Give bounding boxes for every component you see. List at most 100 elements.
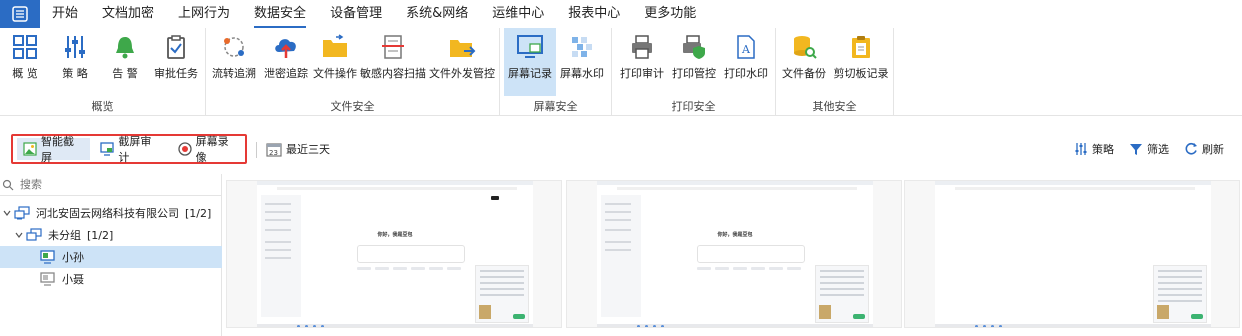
screenshot-greeting: 你好，我是豆包 <box>717 232 753 238</box>
print-control-button[interactable]: 打印管控 <box>670 28 718 96</box>
chevron-down-icon[interactable] <box>14 230 24 240</box>
clipboard-record-button[interactable]: 剪切板记录 <box>832 28 890 96</box>
print-audit-label: 打印审计 <box>620 67 664 80</box>
screen-watermark-label: 屏幕水印 <box>560 67 604 80</box>
screenshot-image <box>935 181 1211 327</box>
tree-node-company-count: [1/2] <box>185 206 212 220</box>
tab-smart-screenshot-label: 智能截屏 <box>41 135 74 164</box>
menu-data-security[interactable]: 数据安全 <box>242 0 318 28</box>
dashboard-icon <box>10 32 40 62</box>
tree-node-user-xiaosun-label: 小孙 <box>62 251 84 264</box>
menu-device-mgmt[interactable]: 设备管理 <box>318 0 394 28</box>
record-icon <box>178 142 192 156</box>
group-title-overview: 概览 <box>91 100 114 113</box>
approval-label: 审批任务 <box>154 67 198 80</box>
tab-screen-recording-label: 屏幕录像 <box>195 135 229 164</box>
chevron-down-icon[interactable] <box>2 208 12 218</box>
tree-node-user-xiaosun[interactable]: 小孙 <box>0 246 222 268</box>
menu-ops-center[interactable]: 运维中心 <box>480 0 556 28</box>
screen-watermark-button[interactable]: 屏幕水印 <box>558 28 606 96</box>
flow-trace-label: 流转追溯 <box>212 67 256 80</box>
org-tree-sidebar: 河北安固云网络科技有限公司 [1/2] 未分组 [1/2] 小孙 小聂 <box>0 174 222 336</box>
grid-menu-icon <box>12 6 28 22</box>
ribbon-group-file-security: 流转追溯 泄密追踪 文件操作 敏感内容扫描 文件外发管控 文件安全 <box>206 28 500 116</box>
group-computers-icon <box>26 228 42 242</box>
alert-label: 告 警 <box>112 67 138 80</box>
print-watermark-button[interactable]: A 打印水印 <box>722 28 770 96</box>
search-input[interactable] <box>20 178 200 191</box>
toolbar-right-actions: 策略 筛选 刷新 <box>1073 141 1224 157</box>
folder-send-icon <box>447 32 477 62</box>
policy-button[interactable]: 策 略 <box>54 28 96 96</box>
menu-bar: 开始 文档加密 上网行为 数据安全 设备管理 系统&网络 运维中心 报表中心 更… <box>0 0 1242 28</box>
calendar-icon: 23 <box>266 141 282 157</box>
refresh-button[interactable]: 刷新 <box>1183 141 1224 157</box>
approval-button[interactable]: 审批任务 <box>152 28 200 96</box>
network-computers-icon <box>14 206 30 220</box>
monitor-image-icon <box>515 32 545 62</box>
printer-shield-icon <box>679 32 709 62</box>
tab-screenshot-audit[interactable]: 截屏审计 <box>94 135 167 164</box>
group-title-screen-security: 屏幕安全 <box>533 100 578 113</box>
tab-smart-screenshot[interactable]: 智能截屏 <box>17 135 91 164</box>
screenshot-thumbnail[interactable]: 你好，我是豆包 <box>566 180 902 328</box>
watermark-icon <box>567 32 597 62</box>
date-filter-button[interactable]: 23 最近三天 <box>266 141 330 157</box>
screenshot-thumbnail[interactable]: 你好，我是豆包 <box>226 180 562 328</box>
screenshot-image: 你好，我是豆包 <box>257 181 533 327</box>
tree-node-user-xiaonie[interactable]: 小聂 <box>0 268 222 290</box>
search-icon <box>2 179 14 191</box>
policy-action-button[interactable]: 策略 <box>1073 141 1114 157</box>
ribbon-group-print-security: 打印审计 打印管控 A 打印水印 打印安全 <box>612 28 776 116</box>
alert-button[interactable]: 告 警 <box>104 28 146 96</box>
funnel-icon <box>1128 141 1144 157</box>
overview-button[interactable]: 概 览 <box>4 28 46 96</box>
clipboard-check-icon <box>161 32 191 62</box>
menu-doc-encrypt[interactable]: 文档加密 <box>90 0 166 28</box>
menu-web-behavior[interactable]: 上网行为 <box>166 0 242 28</box>
screen-record-button[interactable]: 屏幕记录 <box>504 28 556 96</box>
ribbon-group-other-security: 文件备份 剪切板记录 其他安全 <box>776 28 894 116</box>
flow-trace-icon <box>219 32 249 62</box>
file-backup-button[interactable]: 文件备份 <box>780 28 828 96</box>
document-scan-icon <box>378 32 408 62</box>
date-filter-label: 最近三天 <box>286 143 330 156</box>
screen-record-tabs: 智能截屏 截屏审计 屏幕录像 <box>11 134 247 164</box>
sensitive-scan-label: 敏感内容扫描 <box>360 67 426 80</box>
clipboard-icon <box>846 32 876 62</box>
refresh-label: 刷新 <box>1202 143 1224 156</box>
tab-screen-recording[interactable]: 屏幕录像 <box>172 135 245 164</box>
menu-system-network[interactable]: 系统&网络 <box>394 0 480 28</box>
flow-trace-button[interactable]: 流转追溯 <box>210 28 258 96</box>
screen-record-label: 屏幕记录 <box>508 67 552 80</box>
menu-more[interactable]: 更多功能 <box>632 0 708 28</box>
filter-label: 筛选 <box>1147 143 1169 156</box>
file-operation-button[interactable]: 文件操作 <box>312 28 358 96</box>
menu-start[interactable]: 开始 <box>40 0 90 28</box>
tree-node-company[interactable]: 河北安固云网络科技有限公司 [1/2] <box>0 202 222 224</box>
print-audit-button[interactable]: 打印审计 <box>618 28 666 96</box>
overview-label: 概 览 <box>12 67 38 80</box>
filter-button[interactable]: 筛选 <box>1128 141 1169 157</box>
content-toolbar: 智能截屏 截屏审计 屏幕录像 23 最近三天 策略 筛选 刷新 <box>0 124 1242 174</box>
document-letter-icon: A <box>731 32 761 62</box>
file-outbound-button[interactable]: 文件外发管控 <box>428 28 496 96</box>
folder-icon <box>320 32 350 62</box>
svg-text:23: 23 <box>269 149 278 157</box>
print-control-label: 打印管控 <box>672 67 716 80</box>
database-search-icon <box>789 32 819 62</box>
tree-node-company-label: 河北安固云网络科技有限公司 <box>36 207 179 220</box>
sensitive-scan-button[interactable]: 敏感内容扫描 <box>360 28 426 96</box>
file-backup-label: 文件备份 <box>782 67 826 80</box>
group-title-print-security: 打印安全 <box>671 100 716 113</box>
screenshot-thumbnail[interactable] <box>904 180 1240 328</box>
app-menu-button[interactable] <box>0 0 40 28</box>
toolbar-divider <box>256 142 257 158</box>
tree-node-ungrouped[interactable]: 未分组 [1/2] <box>0 224 222 246</box>
tree-node-ungrouped-count: [1/2] <box>87 228 114 242</box>
leak-trace-button[interactable]: 泄密追踪 <box>262 28 310 96</box>
file-operation-label: 文件操作 <box>313 67 357 80</box>
sliders-icon <box>1073 141 1089 157</box>
ribbon-group-overview: 概 览 策 略 告 警 审批任务 概览 <box>0 28 206 116</box>
menu-report-center[interactable]: 报表中心 <box>556 0 632 28</box>
